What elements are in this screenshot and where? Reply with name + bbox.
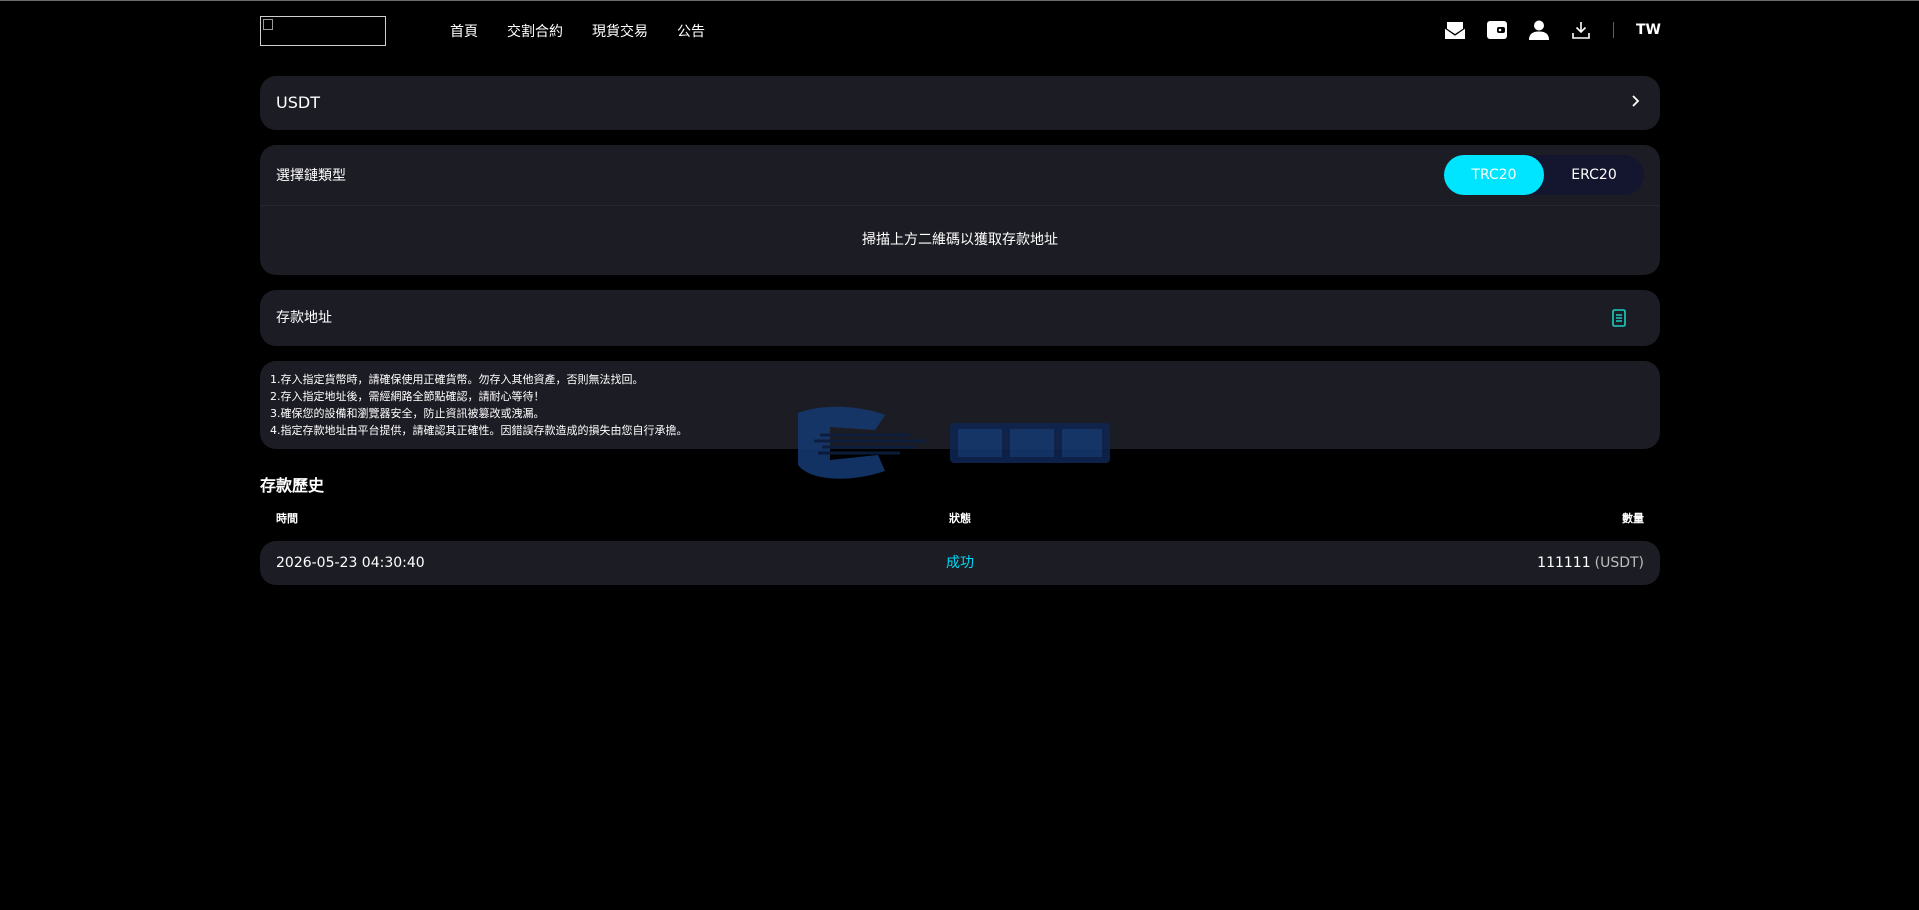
row-status: 成功	[946, 555, 974, 571]
header-actions: TW	[1443, 18, 1661, 42]
qr-code-hint: 掃描上方二維碼以獲取存款地址	[862, 232, 1058, 248]
deposit-address-label: 存款地址	[276, 310, 332, 326]
amount-unit: (USDT)	[1594, 555, 1644, 571]
nav-item-announcement[interactable]: 公告	[677, 21, 705, 43]
logo-image[interactable]	[260, 16, 386, 46]
note-item: 3.確保您的設備和瀏覽器安全，防止資訊被篡改或洩漏。	[270, 407, 545, 420]
deposit-address-panel: 存款地址	[260, 290, 1660, 346]
chain-tab-trc20[interactable]: TRC20	[1444, 155, 1544, 195]
chain-type-panel: 選擇鏈類型 TRC20 ERC20 掃描上方二維碼以獲取存款地址	[260, 145, 1660, 275]
nav-item-spot[interactable]: 現貨交易	[592, 21, 648, 43]
broken-image-icon	[263, 19, 273, 30]
user-icon[interactable]	[1527, 18, 1551, 42]
history-table-header: 時間 狀態 數量	[260, 510, 1660, 530]
column-status: 狀態	[949, 512, 971, 525]
watermark-logo	[798, 406, 1110, 479]
wallet-icon[interactable]	[1485, 18, 1509, 42]
top-navbar: 首頁 交割合約 現貨交易 公告 TW	[0, 0, 1919, 62]
row-amount: 111111 (USDT)	[1537, 552, 1644, 574]
nav-item-contract[interactable]: 交割合約	[507, 21, 563, 43]
chevron-right-icon	[1632, 95, 1640, 107]
note-item: 1.存入指定貨幣時，請確保使用正確貨幣。勿存入其他資產，否則無法找回。	[270, 373, 644, 386]
nav-item-home[interactable]: 首頁	[450, 21, 478, 43]
chain-type-label: 選擇鏈類型	[276, 168, 346, 184]
main-nav: 首頁 交割合約 現貨交易 公告	[450, 21, 705, 43]
header-separator	[1613, 22, 1614, 38]
table-row[interactable]: 2026-05-23 04:30:40 成功 111111 (USDT)	[260, 541, 1660, 585]
amount-value: 111111	[1537, 555, 1591, 571]
copy-icon[interactable]	[1612, 309, 1626, 327]
selected-coin-label: USDT	[276, 93, 320, 112]
mail-icon[interactable]	[1443, 18, 1467, 42]
notes-list: 1.存入指定貨幣時，請確保使用正確貨幣。勿存入其他資產，否則無法找回。 2.存入…	[270, 371, 688, 439]
panel-divider	[260, 205, 1660, 206]
chain-type-tabs: TRC20 ERC20	[1444, 155, 1644, 195]
language-switcher[interactable]: TW	[1636, 19, 1661, 41]
deposit-history-title: 存款歷史	[260, 476, 325, 495]
chain-tab-erc20[interactable]: ERC20	[1544, 155, 1644, 195]
coin-selector[interactable]: USDT	[260, 76, 1660, 130]
download-icon[interactable]	[1569, 18, 1593, 42]
note-item: 4.指定存款地址由平台提供，請確認其正確性。因錯誤存款造成的損失由您自行承擔。	[270, 424, 688, 437]
note-item: 2.存入指定地址後，需經網路全節點確認，請耐心等待！	[270, 390, 545, 403]
column-amount: 數量	[1622, 512, 1644, 525]
